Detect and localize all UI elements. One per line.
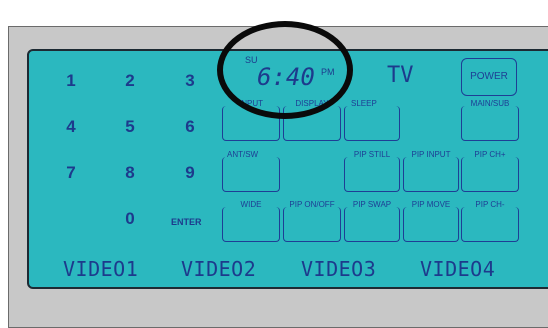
enter-button[interactable]: ENTER <box>171 217 202 227</box>
key-0[interactable]: 0 <box>118 209 142 229</box>
wide-button[interactable]: WIDE <box>222 200 280 242</box>
main-sub-label: MAIN/SUB <box>468 99 512 108</box>
pip-ch-plus-button[interactable]: PIP CH+ <box>461 150 519 192</box>
ant-sw-label: ANT/SW <box>225 150 261 159</box>
wide-label: WIDE <box>238 200 264 209</box>
key-3[interactable]: 3 <box>178 71 202 91</box>
pip-input-button[interactable]: PIP INPUT <box>403 150 459 192</box>
pip-swap-button[interactable]: PIP SWAP <box>344 200 400 242</box>
sleep-label: SLEEP <box>349 99 379 108</box>
key-4[interactable]: 4 <box>59 117 83 137</box>
pip-ch-plus-label: PIP CH+ <box>472 150 508 159</box>
annotation-circle <box>217 21 353 119</box>
key-7[interactable]: 7 <box>59 163 83 183</box>
pip-swap-label: PIP SWAP <box>350 200 394 209</box>
pip-on-off-label: PIP ON/OFF <box>287 200 337 209</box>
key-6[interactable]: 6 <box>178 117 202 137</box>
key-2[interactable]: 2 <box>118 71 142 91</box>
key-1[interactable]: 1 <box>59 71 83 91</box>
source-indicator: TV <box>387 63 414 88</box>
pip-still-button[interactable]: PIP STILL <box>344 150 400 192</box>
pip-still-label: PIP STILL <box>351 150 393 159</box>
video1-button[interactable]: VIDEO1 <box>63 257 138 281</box>
pip-ch-minus-label: PIP CH- <box>473 200 507 209</box>
pip-move-button[interactable]: PIP MOVE <box>403 200 459 242</box>
main-sub-button[interactable]: MAIN/SUB <box>461 99 519 141</box>
video3-button[interactable]: VIDEO3 <box>301 257 376 281</box>
pip-move-label: PIP MOVE <box>409 200 453 209</box>
pip-input-label: PIP INPUT <box>409 150 453 159</box>
video4-button[interactable]: VIDEO4 <box>420 257 495 281</box>
sleep-button[interactable]: SLEEP <box>344 99 400 141</box>
video2-button[interactable]: VIDEO2 <box>181 257 256 281</box>
pip-on-off-button[interactable]: PIP ON/OFF <box>283 200 341 242</box>
key-9[interactable]: 9 <box>178 163 202 183</box>
power-button[interactable]: POWER <box>461 58 517 96</box>
key-5[interactable]: 5 <box>118 117 142 137</box>
key-8[interactable]: 8 <box>118 163 142 183</box>
ant-sw-button[interactable]: ANT/SW <box>222 150 280 192</box>
pip-ch-minus-button[interactable]: PIP CH- <box>461 200 519 242</box>
